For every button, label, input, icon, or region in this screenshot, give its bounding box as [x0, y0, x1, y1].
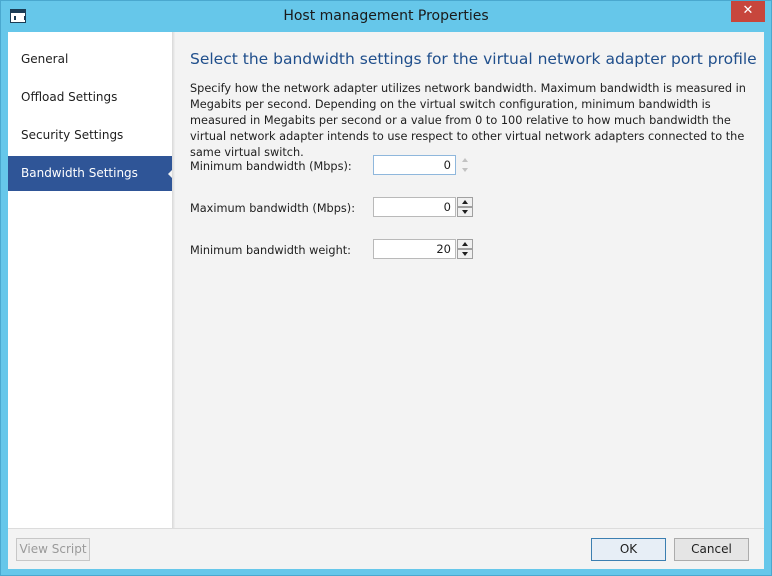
max-bandwidth-label: Maximum bandwidth (Mbps):: [190, 202, 356, 215]
ok-button[interactable]: OK: [591, 538, 666, 561]
view-script-button[interactable]: View Script: [16, 538, 90, 561]
properties-window: Host management Properties ✕ General Off…: [0, 0, 772, 576]
sidebar-item-label: General: [21, 52, 69, 66]
close-button[interactable]: ✕: [731, 1, 765, 22]
min-bandwidth-up-button: [457, 155, 473, 165]
page-title: Select the bandwidth settings for the vi…: [190, 50, 757, 68]
chevron-up-icon: [462, 200, 468, 204]
dialog-footer: View Script OK Cancel: [8, 528, 764, 569]
chevron-down-icon: [462, 168, 468, 172]
dialog-client-area: General Offload Settings Security Settin…: [8, 32, 764, 569]
min-bandwidth-weight-stepper[interactable]: [457, 239, 473, 259]
min-bandwidth-stepper: [457, 155, 473, 175]
close-icon: ✕: [742, 3, 754, 18]
weight-up-button[interactable]: [457, 239, 473, 249]
cancel-button[interactable]: Cancel: [674, 538, 749, 561]
min-bandwidth-weight-label: Minimum bandwidth weight:: [190, 244, 351, 257]
max-bandwidth-down-button[interactable]: [457, 207, 473, 217]
sidebar-item-label: Offload Settings: [21, 90, 118, 104]
sidebar-item-label: Bandwidth Settings: [21, 166, 138, 180]
chevron-down-icon: [462, 252, 468, 256]
sidebar-item-bandwidth-settings[interactable]: Bandwidth Settings: [8, 156, 175, 191]
min-bandwidth-input[interactable]: 0: [373, 155, 456, 175]
sidebar-item-offload-settings[interactable]: Offload Settings: [8, 80, 174, 115]
chevron-down-icon: [462, 210, 468, 214]
min-bandwidth-weight-input[interactable]: 20: [373, 239, 456, 259]
sidebar-item-label: Security Settings: [21, 128, 124, 142]
sidebar-item-security-settings[interactable]: Security Settings: [8, 118, 174, 153]
min-bandwidth-down-button: [457, 165, 473, 175]
page-description: Specify how the network adapter utilizes…: [190, 82, 746, 159]
chevron-up-icon: [462, 158, 468, 162]
weight-down-button[interactable]: [457, 249, 473, 259]
max-bandwidth-up-button[interactable]: [457, 197, 473, 207]
window-title: Host management Properties: [283, 8, 489, 24]
sidebar: General Offload Settings Security Settin…: [8, 32, 175, 528]
sidebar-item-general[interactable]: General: [8, 42, 174, 77]
max-bandwidth-stepper[interactable]: [457, 197, 473, 217]
title-bar[interactable]: Host management Properties ✕: [1, 1, 771, 32]
min-bandwidth-label: Minimum bandwidth (Mbps):: [190, 160, 352, 173]
main-panel: Select the bandwidth settings for the vi…: [176, 32, 764, 528]
chevron-up-icon: [462, 242, 468, 246]
max-bandwidth-input[interactable]: 0: [373, 197, 456, 217]
